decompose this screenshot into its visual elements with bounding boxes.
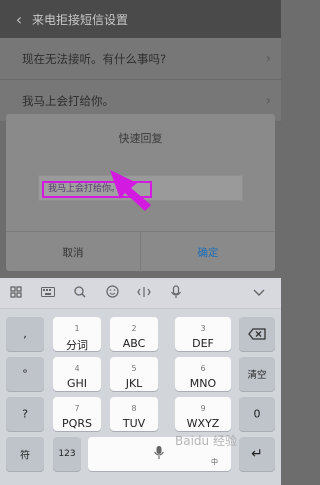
key-question[interactable]: ? [6,397,44,431]
backspace-key[interactable] [239,317,275,351]
key-degree[interactable]: ° [6,357,44,391]
key-9[interactable]: 9 WXYZ [175,397,231,431]
num-key[interactable]: 123 [53,437,81,471]
key-3[interactable]: 3 DEF [175,317,231,351]
key-comma[interactable]: , [6,317,44,351]
mic-icon [154,446,164,459]
keyboard-toolbar [0,278,281,309]
key-8[interactable]: 8 TUV [110,397,158,431]
watermark: Baidu 经验 [175,434,237,448]
cursor-icon[interactable] [128,286,160,301]
backspace-icon [248,328,266,340]
key-1[interactable]: 1 分词 [53,317,101,352]
key-0[interactable]: 0 [239,397,275,431]
key-4[interactable]: 4 GHI [53,357,101,391]
symbol-key[interactable]: 符 [6,437,44,471]
keyboard-icon[interactable] [32,286,64,300]
mic-icon[interactable] [160,284,192,302]
key-5[interactable]: 5 JKL [110,357,158,391]
clear-key[interactable]: 清空 [239,357,275,391]
grid-icon[interactable] [0,285,32,301]
key-7[interactable]: 7 PQRS [53,397,101,431]
key-6[interactable]: 6 MNO [175,357,231,391]
enter-key[interactable]: ↵ [239,437,275,471]
emoji-icon[interactable] [96,285,128,301]
search-icon[interactable] [64,285,96,301]
key-2[interactable]: 2 ABC [110,317,158,351]
chevron-down-icon[interactable] [243,286,275,300]
